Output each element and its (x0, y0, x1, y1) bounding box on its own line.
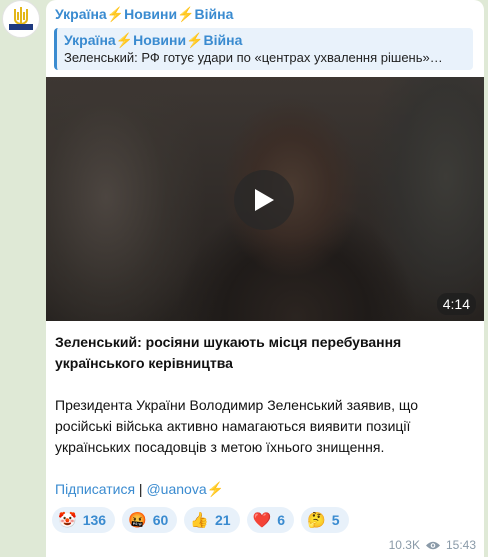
reaction-count: 6 (277, 512, 286, 528)
message-bubble: Україна⚡Новини⚡Війна Україна⚡Новини⚡Війн… (46, 0, 484, 557)
reply-quote[interactable]: Україна⚡Новини⚡Війна Зеленський: РФ готу… (54, 28, 473, 70)
post-links: Підписатися | @uanova⚡ (55, 479, 224, 499)
post-headline: Зеленський: росіяни шукають місця перебу… (55, 334, 402, 371)
angry-face-icon: 🤬 (128, 512, 147, 529)
reply-title: Україна⚡Новини⚡Війна (64, 32, 243, 48)
reaction-count: 21 (215, 512, 231, 528)
reply-text: Зеленський: РФ готує удари по «центрах у… (64, 50, 443, 65)
reaction-angry[interactable]: 🤬 60 (122, 507, 178, 533)
message-time: 15:43 (445, 538, 476, 552)
reactions-bar: 🤡 136 🤬 60 👍 21 ❤️ 6 🤔 5 (52, 507, 349, 533)
reaction-count: 136 (82, 512, 107, 528)
reaction-count: 5 (331, 512, 340, 528)
reaction-heart[interactable]: ❤️ 6 (246, 507, 295, 533)
handle-link[interactable]: @uanova (146, 481, 206, 497)
thumbs-up-icon: 👍 (190, 512, 209, 529)
view-count: 10.3K (388, 538, 420, 552)
subscribe-link[interactable]: Підписатися (55, 481, 135, 497)
channel-avatar[interactable] (2, 0, 40, 38)
thinking-face-icon: 🤔 (307, 512, 326, 529)
link-separator: | (135, 481, 147, 497)
reaction-count: 60 (152, 512, 169, 528)
trident-logo-icon (9, 7, 33, 30)
heart-icon: ❤️ (252, 512, 272, 529)
reaction-thumbs-up[interactable]: 👍 21 (184, 507, 240, 533)
reaction-clown[interactable]: 🤡 136 (52, 507, 116, 533)
clown-icon: 🤡 (58, 512, 77, 529)
message-meta: 10.3K 15:43 (389, 538, 476, 552)
video-player[interactable]: 4:14 (46, 77, 484, 321)
channel-name[interactable]: Україна⚡Новини⚡Війна (55, 6, 233, 23)
eye-icon (425, 541, 440, 549)
handle-suffix: ⚡ (206, 481, 225, 497)
video-duration: 4:14 (436, 293, 476, 315)
play-button[interactable] (234, 170, 294, 230)
post-body: Президента України Володимир Зеленський … (55, 397, 419, 455)
reaction-thinking[interactable]: 🤔 5 (301, 507, 349, 533)
play-icon (255, 189, 274, 211)
